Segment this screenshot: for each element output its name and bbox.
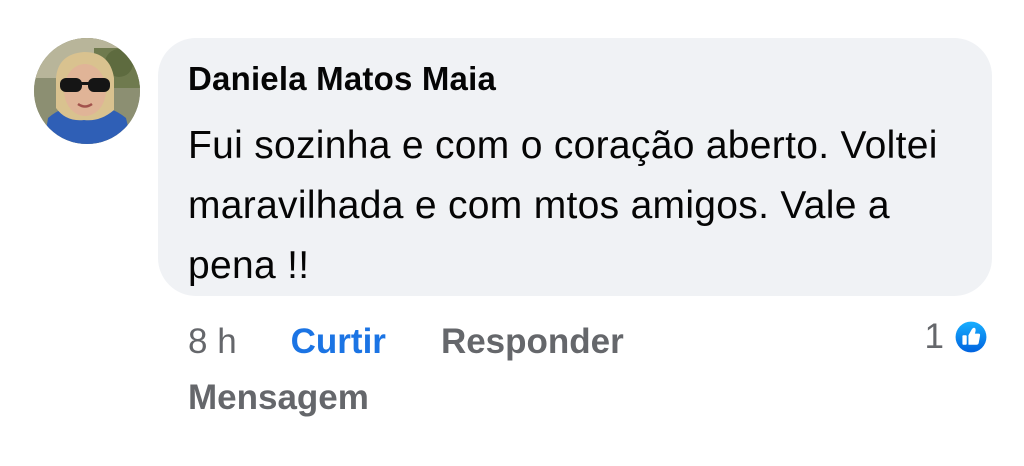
comment-timestamp[interactable]: 8 h [188, 322, 237, 362]
like-thumbs-up-icon [950, 316, 992, 358]
comment-view: Daniela Matos Maia Fui sozinha e com o c… [0, 0, 1024, 466]
like-button[interactable]: Curtir [291, 322, 386, 362]
reply-button[interactable]: Responder [441, 322, 624, 362]
profile-photo-icon [34, 38, 140, 144]
comment-text: Fui sozinha e com o coração aberto. Volt… [188, 124, 938, 287]
comment-actions: 8 h Curtir Responder [188, 320, 624, 364]
comment-bubble: Daniela Matos Maia Fui sozinha e com o c… [158, 38, 992, 296]
comment-author[interactable]: Daniela Matos Maia [188, 60, 496, 98]
message-button[interactable]: Mensagem [188, 378, 369, 418]
reactions-summary[interactable]: 1 [925, 316, 992, 358]
avatar[interactable] [34, 38, 140, 144]
reaction-count: 1 [924, 317, 944, 356]
